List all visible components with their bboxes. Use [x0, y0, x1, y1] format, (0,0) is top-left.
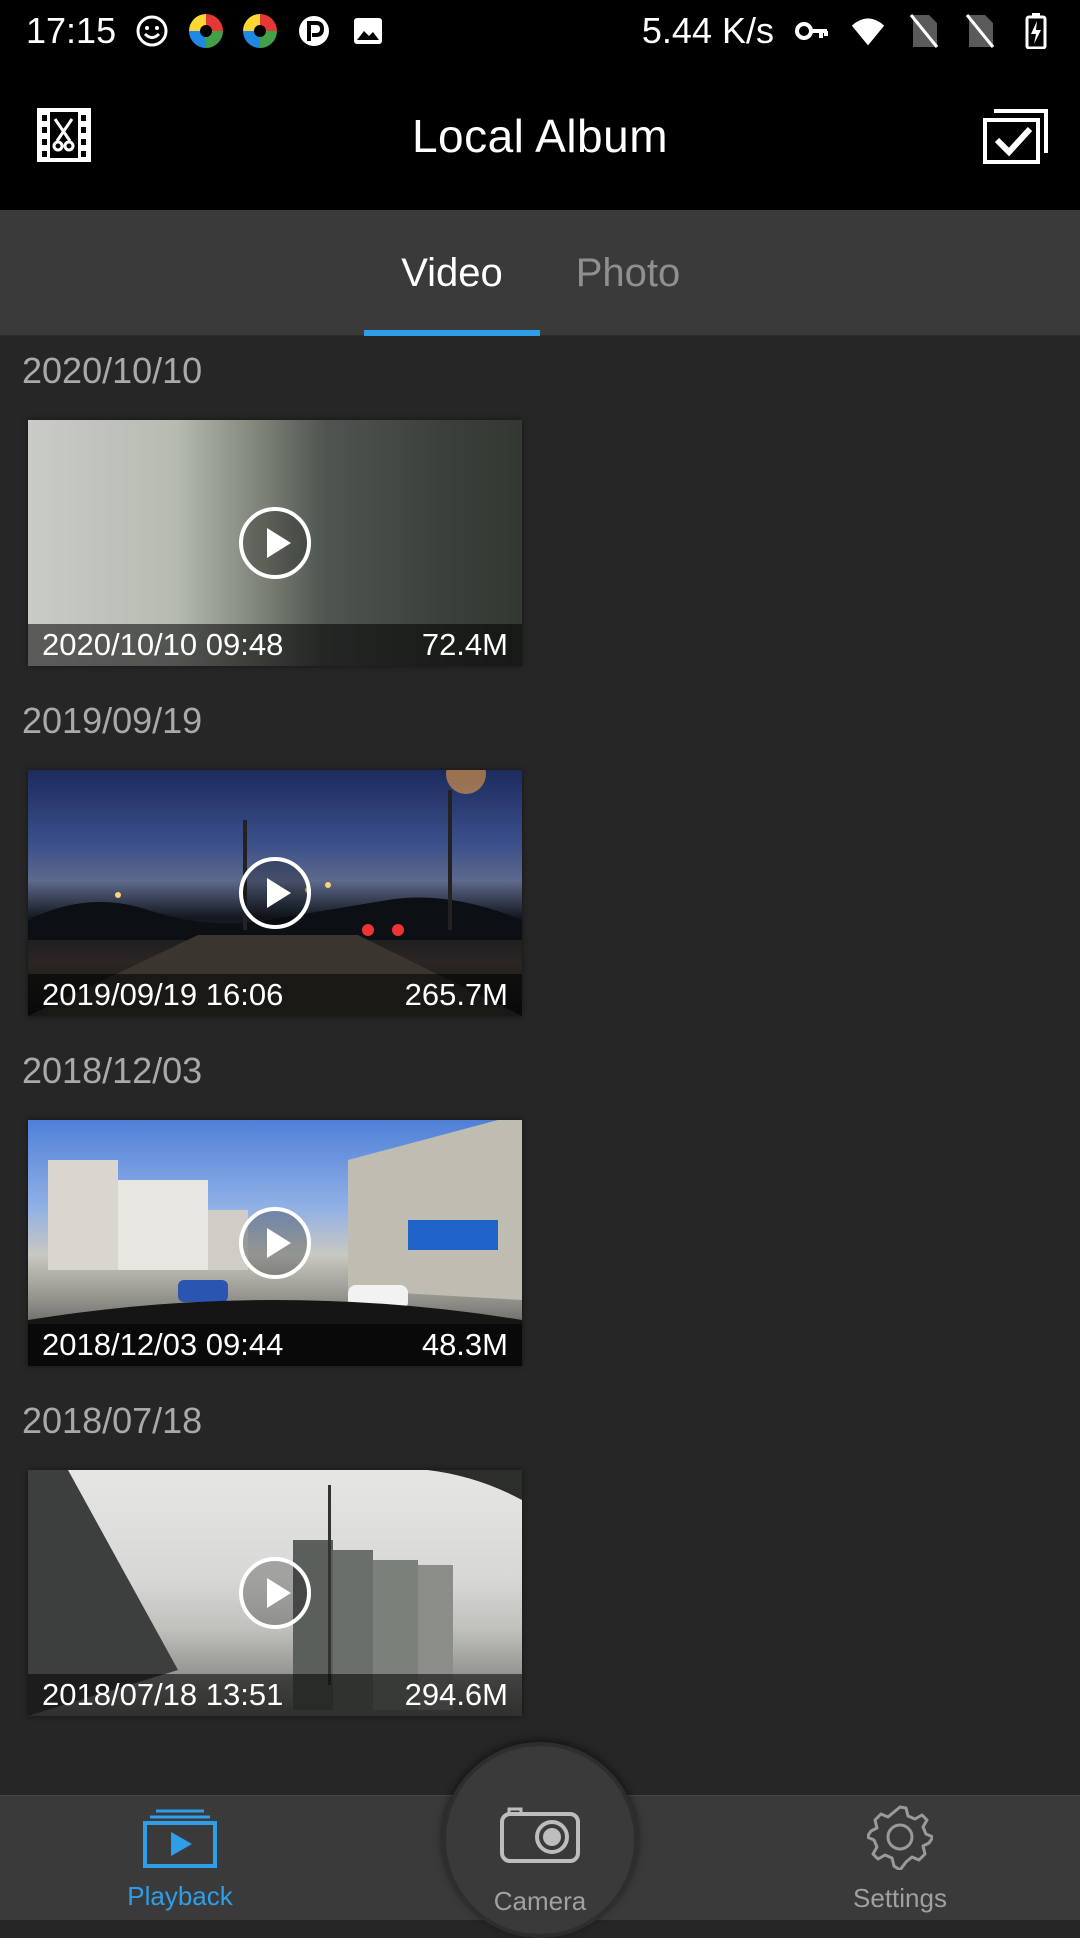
video-timestamp: 2018/07/18 13:51 — [42, 1677, 284, 1712]
tab-photo[interactable]: Photo — [540, 210, 716, 336]
pinwheel-icon — [188, 13, 224, 49]
video-thumbnail[interactable]: 2018/12/03 09:44 48.3M — [28, 1120, 522, 1366]
video-edit-icon[interactable] — [36, 107, 92, 163]
status-left: 17:15 — [26, 10, 386, 52]
date-group: 2018/07/18 2018/07/18 13:51 294.6M — [0, 1386, 1080, 1736]
pinwheel-icon — [242, 13, 278, 49]
nav-settings[interactable]: Settings — [820, 1796, 980, 1921]
video-list[interactable]: 2020/10/10 2020/10/10 09:48 72.4M 2019/0… — [0, 336, 1080, 1796]
battery-charging-icon — [1018, 13, 1054, 49]
video-size: 265.7M — [404, 977, 508, 1012]
nav-settings-label: Settings — [853, 1883, 947, 1913]
video-thumbnail[interactable]: 2020/10/10 09:48 72.4M — [28, 420, 522, 666]
date-header: 2018/07/18 — [22, 1400, 203, 1441]
no-sim-icon — [962, 13, 998, 49]
gear-icon — [865, 1804, 935, 1875]
nav-playback[interactable]: Playback — [100, 1796, 260, 1921]
date-header: 2019/09/19 — [22, 700, 203, 741]
tab-video[interactable]: Video — [364, 210, 540, 336]
tab-bar: Video Photo — [0, 210, 1080, 336]
date-header: 2018/12/03 — [22, 1050, 203, 1091]
date-group: 2018/12/03 2018/12/03 09:44 48.3M — [0, 1036, 1080, 1386]
video-meta: 2018/07/18 13:51 294.6M — [28, 1674, 522, 1716]
play-icon[interactable] — [238, 1206, 312, 1280]
video-size: 48.3M — [421, 1327, 508, 1362]
key-icon — [794, 13, 830, 49]
p-badge-icon — [296, 13, 332, 49]
app-bar: Local Album — [0, 62, 1080, 210]
date-header: 2020/10/10 — [22, 350, 203, 391]
video-timestamp: 2018/12/03 09:44 — [42, 1327, 284, 1362]
wifi-icon — [850, 13, 886, 49]
date-group: 2020/10/10 2020/10/10 09:48 72.4M — [0, 336, 1080, 686]
status-time: 17:15 — [26, 10, 117, 51]
play-icon[interactable] — [238, 856, 312, 930]
page-title: Local Album — [411, 110, 669, 162]
play-icon[interactable] — [238, 506, 312, 580]
camera-button[interactable]: Camera — [442, 1742, 638, 1938]
camera-icon — [499, 1806, 581, 1869]
multi-select-icon[interactable] — [982, 107, 1050, 165]
video-thumbnail[interactable]: 2018/07/18 13:51 294.6M — [28, 1470, 522, 1716]
play-icon[interactable] — [238, 1556, 312, 1630]
video-timestamp: 2019/09/19 16:06 — [42, 977, 284, 1012]
no-sim-icon — [906, 13, 942, 49]
video-size: 72.4M — [421, 627, 508, 662]
video-timestamp: 2020/10/10 09:48 — [42, 627, 284, 662]
nav-playback-label: Playback — [127, 1881, 233, 1911]
camera-label: Camera — [493, 1886, 587, 1916]
video-size: 294.6M — [404, 1677, 508, 1712]
playback-icon — [142, 1808, 218, 1873]
status-right: 5.44 K/s — [642, 10, 1054, 52]
video-meta: 2018/12/03 09:44 48.3M — [28, 1324, 522, 1366]
video-meta: 2020/10/10 09:48 72.4M — [28, 624, 522, 666]
date-group: 2019/09/19 2019/09/19 16:06 265.7M — [0, 686, 1080, 1036]
video-thumbnail[interactable]: 2019/09/19 16:06 265.7M — [28, 770, 522, 1016]
image-icon — [350, 13, 386, 49]
smiley-icon — [134, 13, 170, 49]
network-speed: 5.44 K/s — [641, 10, 774, 51]
status-bar: 17:15 5.44 K/s — [0, 0, 1080, 62]
video-meta: 2019/09/19 16:06 265.7M — [28, 974, 522, 1016]
